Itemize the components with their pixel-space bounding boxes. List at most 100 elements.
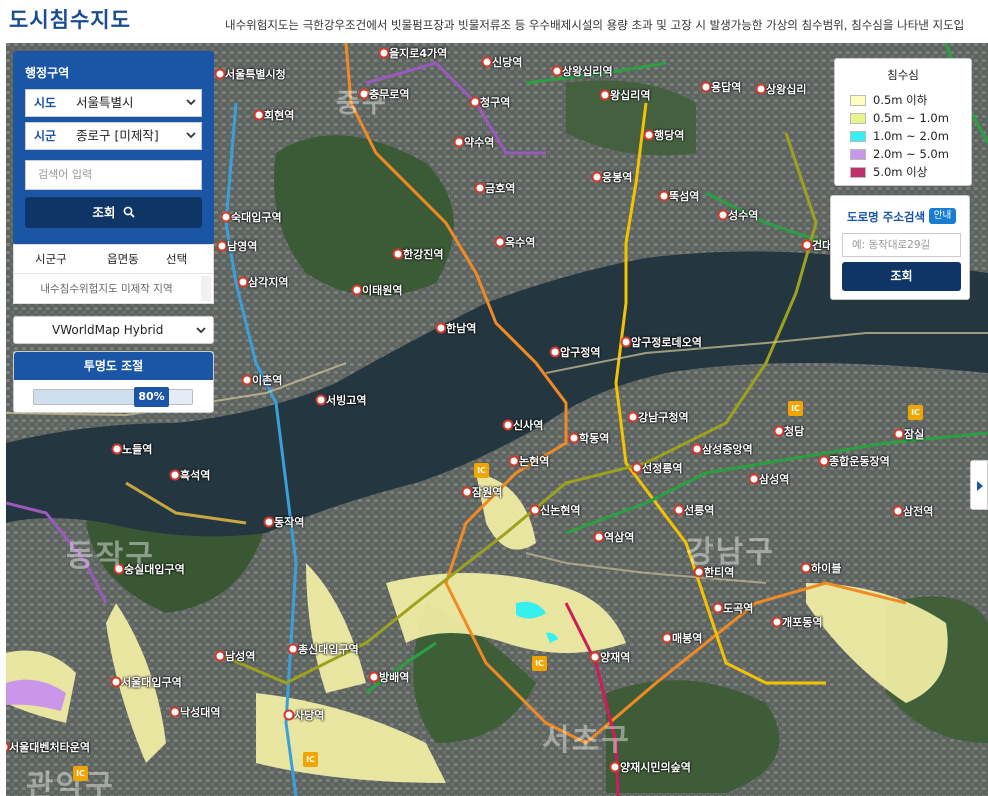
station-label[interactable]: 서빙고역 — [326, 392, 366, 408]
station-marker-icon — [771, 616, 783, 628]
station-label[interactable]: 상왕십리역 — [562, 63, 613, 79]
station-marker-icon — [568, 432, 580, 444]
ic-marker: IC — [788, 401, 803, 416]
legend-label: 2.0m ~ 5.0m — [873, 147, 949, 161]
station-label[interactable]: 남영역 — [227, 238, 257, 254]
station-label[interactable]: 낙성대역 — [180, 704, 220, 720]
station-label[interactable]: 행당역 — [654, 127, 684, 143]
address-input[interactable]: 예: 동작대로29길 — [842, 233, 961, 257]
legend-swatch — [850, 149, 866, 160]
station-label[interactable]: 개포동역 — [782, 614, 822, 630]
station-label[interactable]: 선릉역 — [684, 502, 714, 518]
sigungu-select[interactable]: 시군구 종로구 [미제작] — [25, 122, 202, 169]
station-label[interactable]: 흑석역 — [180, 467, 210, 483]
station-marker-icon — [283, 709, 295, 721]
station-label[interactable]: 선정릉역 — [642, 460, 682, 476]
opacity-handle[interactable]: 80% — [134, 387, 169, 407]
station-marker-icon — [627, 411, 639, 423]
station-marker-icon — [631, 462, 643, 474]
address-query-button[interactable]: 조회 — [842, 262, 961, 291]
panel-toggle-button[interactable] — [970, 460, 988, 510]
station-marker-icon — [892, 505, 904, 517]
legend-title: 침수심 — [887, 68, 919, 82]
station-label[interactable]: 종합운동장역 — [829, 453, 890, 469]
ic-marker: IC — [532, 656, 547, 671]
station-label[interactable]: 양재시민의숲역 — [620, 759, 691, 775]
admin-region-panel: 행정구역 시도 서울특별시 시군구 종로구 [미제작] 검색어 입력 조회 — [13, 51, 214, 244]
station-label[interactable]: 강남구청역 — [638, 409, 689, 425]
search-input[interactable]: 검색어 입력 — [25, 160, 202, 190]
scrollbar[interactable] — [201, 276, 211, 301]
district-label-seocho: 서초구 — [542, 723, 631, 758]
station-label[interactable]: 회현역 — [264, 107, 294, 123]
station-label[interactable]: 숭실대입구역 — [124, 561, 185, 577]
station-marker-icon — [368, 671, 380, 683]
station-marker-icon — [508, 455, 520, 467]
station-label[interactable]: 동작역 — [274, 514, 304, 530]
station-label[interactable]: 학동역 — [579, 430, 609, 446]
station-marker-icon — [801, 239, 813, 251]
station-label[interactable]: 청담 — [784, 423, 804, 439]
station-marker-icon — [237, 276, 249, 288]
opacity-panel: 투명도 조절 80% — [13, 351, 214, 413]
station-marker-icon — [216, 240, 228, 252]
station-label[interactable]: 도곡역 — [723, 600, 753, 616]
station-label[interactable]: 약수역 — [464, 134, 494, 150]
station-label[interactable]: 상왕십리 — [766, 81, 806, 97]
station-label[interactable]: 충무로역 — [369, 86, 409, 102]
station-label[interactable]: 삼성역 — [759, 471, 789, 487]
station-marker-icon — [893, 428, 905, 440]
station-label[interactable]: 하이블 — [811, 560, 841, 576]
station-label[interactable]: 노들역 — [122, 441, 152, 457]
station-label[interactable]: 금호역 — [485, 180, 515, 196]
sido-select[interactable]: 시도 서울특별시 — [25, 89, 202, 117]
station-label[interactable]: 서울특별시청 — [225, 66, 286, 82]
station-marker-icon — [551, 65, 563, 77]
station-label[interactable]: 뚝섬역 — [669, 188, 699, 204]
station-label[interactable]: 이태원역 — [362, 282, 402, 298]
ic-marker: IC — [474, 463, 489, 478]
station-label[interactable]: 양재역 — [600, 649, 630, 665]
station-label[interactable]: 숙대입구역 — [231, 209, 282, 225]
opacity-slider[interactable]: 80% — [33, 387, 193, 407]
station-label[interactable]: 응봉역 — [602, 169, 632, 185]
station-label[interactable]: 옥수역 — [505, 234, 535, 250]
basemap-select[interactable]: VWorldMap Hybrid — [13, 316, 214, 344]
station-marker-icon — [643, 129, 655, 141]
address-search-panel: 도로명 주소검색 안내 예: 동작대로29길 조회 — [830, 195, 970, 300]
station-marker-icon — [469, 96, 481, 108]
station-marker-icon — [169, 706, 181, 718]
station-label[interactable]: 삼전역 — [903, 503, 933, 519]
station-label[interactable]: 역삼역 — [604, 529, 634, 545]
station-label[interactable]: 사당역 — [294, 707, 324, 723]
station-label[interactable]: 남성역 — [225, 648, 255, 664]
station-label[interactable]: 총신대입구역 — [298, 641, 359, 657]
station-label[interactable]: 성수역 — [728, 207, 758, 223]
station-marker-icon — [800, 562, 812, 574]
station-label[interactable]: 한티역 — [704, 564, 734, 580]
station-label[interactable]: 압구정로데오역 — [631, 334, 702, 350]
station-label[interactable]: 을지로4가역 — [389, 45, 447, 61]
station-label[interactable]: 삼성중앙역 — [702, 441, 753, 457]
station-label[interactable]: 청구역 — [480, 94, 510, 110]
station-label[interactable]: 잠원역 — [472, 484, 502, 500]
station-label[interactable]: 매봉역 — [672, 630, 702, 646]
station-label[interactable]: 서울대입구역 — [121, 674, 182, 690]
station-label[interactable]: 한강진역 — [403, 246, 443, 262]
station-label[interactable]: 신논현역 — [540, 502, 580, 518]
station-label[interactable]: 신당역 — [492, 54, 522, 70]
legend-label: 5.0m 이상 — [873, 165, 928, 179]
station-label[interactable]: 방배역 — [379, 669, 409, 685]
station-label[interactable]: 한남역 — [446, 320, 476, 336]
station-label[interactable]: 논현역 — [519, 453, 549, 469]
station-label[interactable]: 압구정역 — [560, 344, 600, 360]
guide-button[interactable]: 안내 — [929, 208, 956, 224]
station-label[interactable]: 잠실 — [904, 426, 924, 442]
query-button[interactable]: 조회 — [25, 197, 202, 228]
station-label[interactable]: 용답역 — [711, 79, 741, 95]
station-label[interactable]: 이촌역 — [252, 372, 282, 388]
station-label[interactable]: 서울대벤처타운역 — [9, 739, 90, 755]
station-label[interactable]: 왕십리역 — [610, 87, 650, 103]
station-label[interactable]: 삼각지역 — [248, 274, 288, 290]
station-label[interactable]: 신사역 — [513, 417, 543, 433]
